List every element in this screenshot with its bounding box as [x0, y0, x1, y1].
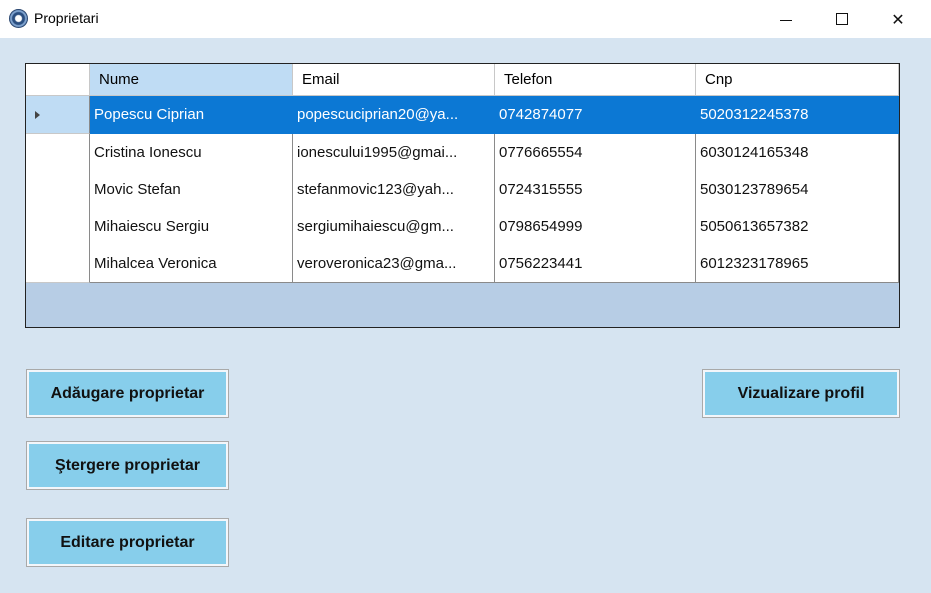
add-owner-button[interactable]: Adăugare proprietar — [26, 369, 229, 418]
grid-header-row: Nume Email Telefon Cnp — [26, 64, 899, 96]
cell-email[interactable]: veroveronica23@gma... — [293, 245, 495, 283]
maximize-button[interactable] — [814, 0, 870, 38]
cell-email[interactable]: popescuciprian20@ya... — [293, 96, 495, 134]
cell-cnp[interactable]: 5030123789654 — [696, 171, 899, 209]
table-row[interactable]: Movic Stefan stefanmovic123@yah... 07243… — [26, 171, 899, 209]
cell-email[interactable]: ionescului1995@gmai... — [293, 134, 495, 172]
cell-telefon[interactable]: 0742874077 — [495, 96, 696, 134]
table-row[interactable]: Mihalcea Veronica veroveronica23@gma... … — [26, 245, 899, 283]
table-row[interactable]: Mihaiescu Sergiu sergiumihaiescu@gm... 0… — [26, 208, 899, 246]
cell-nume[interactable]: Cristina Ionescu — [90, 134, 293, 172]
cell-telefon[interactable]: 0756223441 — [495, 245, 696, 283]
cell-telefon[interactable]: 0798654999 — [495, 208, 696, 246]
maximize-icon — [836, 13, 848, 25]
cell-email[interactable]: stefanmovic123@yah... — [293, 171, 495, 209]
cell-nume[interactable]: Movic Stefan — [90, 171, 293, 209]
row-header[interactable] — [26, 171, 90, 209]
cell-cnp[interactable]: 6012323178965 — [696, 245, 899, 283]
row-header[interactable] — [26, 96, 90, 134]
current-row-arrow-icon — [35, 111, 40, 119]
close-button[interactable]: ✕ — [870, 0, 926, 38]
owners-data-grid[interactable]: Nume Email Telefon Cnp Popescu Ciprian p… — [25, 63, 900, 328]
column-header-nume[interactable]: Nume — [90, 64, 293, 96]
delete-owner-button[interactable]: Ştergere proprietar — [26, 441, 229, 490]
cell-cnp[interactable]: 5050613657382 — [696, 208, 899, 246]
column-header-email[interactable]: Email — [293, 64, 495, 96]
title-bar: Proprietari ✕ — [0, 0, 931, 38]
cell-cnp[interactable]: 6030124165348 — [696, 134, 899, 172]
cell-nume[interactable]: Mihaiescu Sergiu — [90, 208, 293, 246]
cell-cnp[interactable]: 5020312245378 — [696, 96, 899, 134]
column-header-telefon[interactable]: Telefon — [495, 64, 696, 96]
row-header[interactable] — [26, 208, 90, 246]
row-header[interactable] — [26, 134, 90, 172]
minimize-icon — [780, 19, 792, 21]
cell-nume[interactable]: Popescu Ciprian — [90, 96, 293, 134]
cell-nume[interactable]: Mihalcea Veronica — [90, 245, 293, 283]
close-icon: ✕ — [891, 9, 905, 29]
cell-email[interactable]: sergiumihaiescu@gm... — [293, 208, 495, 246]
cell-telefon[interactable]: 0776665554 — [495, 134, 696, 172]
table-row[interactable]: Popescu Ciprian popescuciprian20@ya... 0… — [26, 96, 899, 134]
minimize-button[interactable] — [758, 0, 814, 38]
cell-telefon[interactable]: 0724315555 — [495, 171, 696, 209]
window-title: Proprietari — [34, 10, 99, 26]
view-profile-button[interactable]: Vizualizare profil — [702, 369, 900, 418]
app-icon — [9, 9, 28, 28]
edit-owner-button[interactable]: Editare proprietar — [26, 518, 229, 567]
table-row[interactable]: Cristina Ionescu ionescului1995@gmai... … — [26, 134, 899, 172]
row-header[interactable] — [26, 245, 90, 283]
column-header-cnp[interactable]: Cnp — [696, 64, 899, 96]
grid-corner-header[interactable] — [26, 64, 90, 96]
